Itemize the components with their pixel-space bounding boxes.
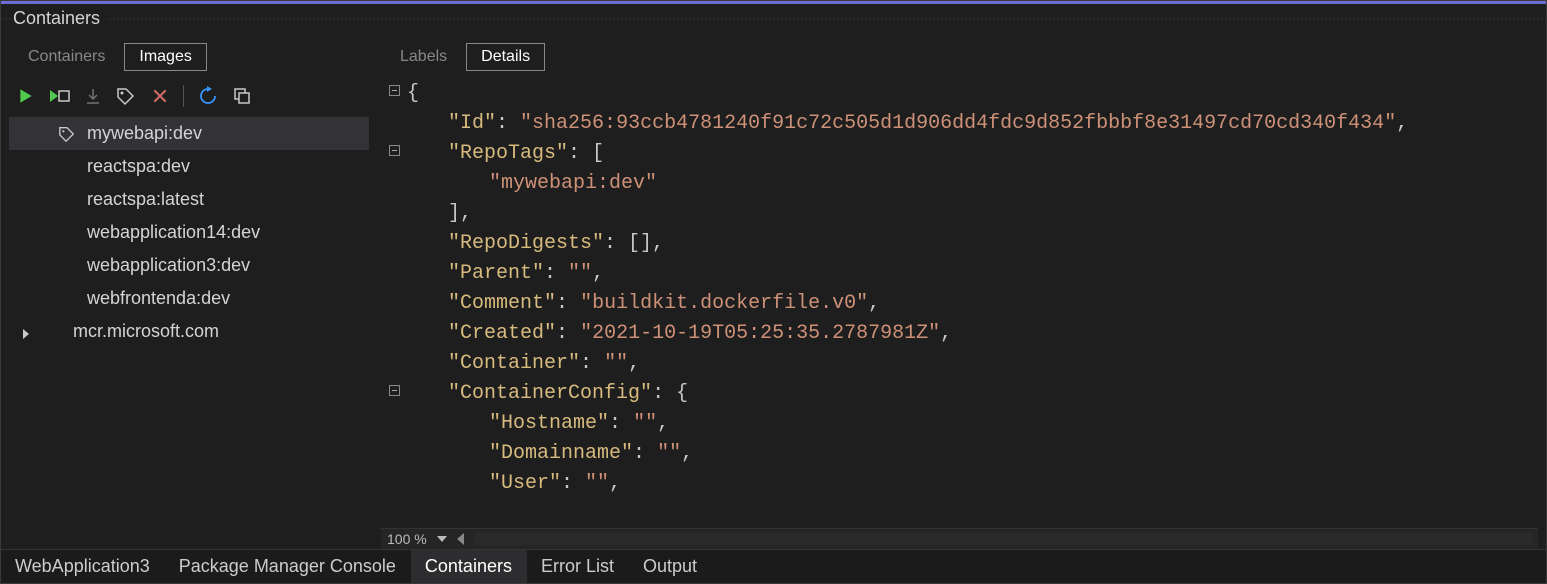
tool-window-tab-strip: WebApplication3Package Manager ConsoleCo… — [1, 549, 1546, 583]
tool-window-tab[interactable]: WebApplication3 — [1, 550, 165, 583]
code-line[interactable]: "Container": "", — [424, 349, 1538, 379]
delete-icon[interactable] — [151, 87, 169, 105]
code-line[interactable]: "Hostname": "", — [441, 409, 1538, 439]
fold-toggle-icon[interactable] — [389, 85, 400, 96]
code-line[interactable]: "User": "", — [441, 469, 1538, 499]
tool-window-tab[interactable]: Output — [629, 550, 712, 583]
panel-title: Containers — [13, 8, 108, 28]
tool-window-tab[interactable]: Error List — [527, 550, 629, 583]
run-icon[interactable] — [17, 87, 35, 105]
code-line[interactable]: "Parent": "", — [424, 259, 1538, 289]
code-line[interactable]: "Id": "sha256:93ccb4781240f91c72c505d1d9… — [424, 109, 1538, 139]
tag-icon[interactable] — [115, 86, 137, 106]
zoom-level[interactable]: 100 % — [387, 531, 427, 547]
image-toolbar — [9, 79, 369, 117]
code-line[interactable]: "mywebapi:dev" — [441, 169, 1538, 199]
image-list-item[interactable]: mywebapi:dev — [9, 117, 369, 150]
tool-window-tab[interactable]: Package Manager Console — [165, 550, 411, 583]
image-name: mywebapi:dev — [87, 123, 202, 144]
fold-toggle-icon[interactable] — [389, 385, 400, 396]
refresh-icon[interactable] — [198, 86, 218, 106]
right-pane: Labels Details { "Id": "sha256:93ccb4781… — [381, 41, 1538, 549]
image-name: webapplication3:dev — [87, 255, 250, 276]
image-list-item[interactable]: webapplication3:dev — [9, 249, 369, 282]
tab-labels[interactable]: Labels — [385, 43, 462, 71]
image-name: webapplication14:dev — [87, 222, 260, 243]
scroll-left-icon[interactable] — [457, 533, 464, 545]
code-line[interactable]: { — [407, 79, 1538, 109]
zoom-dropdown-icon[interactable] — [437, 536, 447, 542]
image-name: webfrontenda:dev — [87, 288, 230, 309]
panel-title-bar: Containers — [1, 4, 1546, 33]
tab-images[interactable]: Images — [124, 43, 206, 71]
left-tab-strip: Containers Images — [9, 41, 369, 79]
image-name: reactspa:latest — [87, 189, 204, 210]
copy-icon[interactable] — [232, 86, 252, 106]
json-editor[interactable]: { "Id": "sha256:93ccb4781240f91c72c505d1… — [381, 79, 1538, 528]
tool-window-tab[interactable]: Containers — [411, 550, 527, 583]
horizontal-scrollbar[interactable] — [474, 533, 1532, 545]
code-line[interactable]: "Domainname": "", — [441, 439, 1538, 469]
image-list-item[interactable]: webfrontenda:dev — [9, 282, 369, 315]
code-line[interactable]: "Comment": "buildkit.dockerfile.v0", — [424, 289, 1538, 319]
code-line[interactable]: ], — [424, 199, 1538, 229]
image-list: mywebapi:dev reactspa:dev reactspa:latest w… — [9, 117, 369, 549]
right-tab-strip: Labels Details — [381, 41, 1538, 79]
left-pane: Containers Images — [9, 41, 369, 549]
pull-icon[interactable] — [85, 87, 101, 105]
image-name: mcr.microsoft.com — [73, 321, 219, 342]
image-name: reactspa:dev — [87, 156, 190, 177]
image-list-item[interactable]: webapplication14:dev — [9, 216, 369, 249]
image-list-item[interactable]: reactspa:latest — [9, 183, 369, 216]
expand-icon[interactable] — [19, 325, 33, 339]
run-new-window-icon[interactable] — [49, 87, 71, 105]
tab-containers[interactable]: Containers — [13, 43, 120, 71]
fold-toggle-icon[interactable] — [389, 145, 400, 156]
code-line[interactable]: "RepoDigests": [], — [424, 229, 1538, 259]
toolbar-separator — [183, 85, 184, 107]
code-line[interactable]: "ContainerConfig": { — [424, 379, 1538, 409]
code-line[interactable]: "RepoTags": [ — [424, 139, 1538, 169]
image-list-item[interactable]: reactspa:dev — [9, 150, 369, 183]
tab-details[interactable]: Details — [466, 43, 545, 71]
tag-icon — [57, 125, 77, 143]
code-line[interactable]: "Created": "2021-10-19T05:25:35.2787981Z… — [424, 319, 1538, 349]
image-list-item[interactable]: mcr.microsoft.com — [9, 315, 369, 348]
editor-status-bar: 100 % — [381, 528, 1538, 549]
